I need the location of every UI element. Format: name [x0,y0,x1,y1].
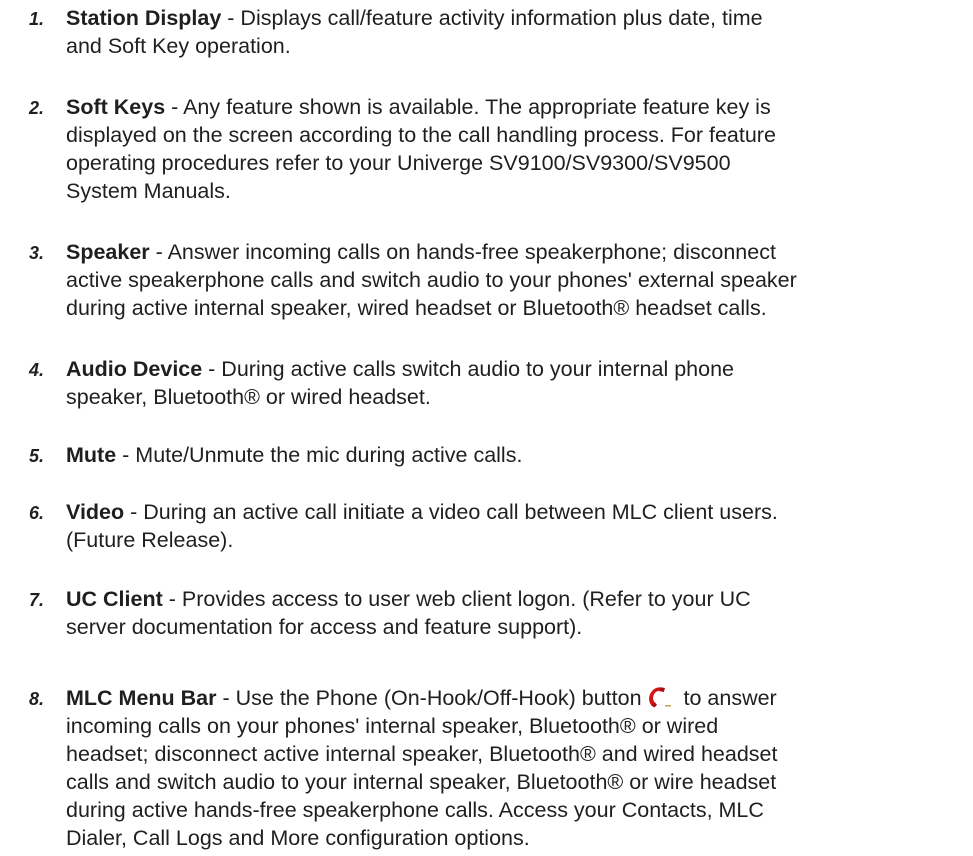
item-number: 2. [29,98,45,118]
item-number: 6. [29,503,45,523]
item-text: Soft Keys - Any feature shown is availab… [66,93,961,205]
item-line: - Displays call/feature activity informa… [221,6,763,30]
item-line: server documentation for access and feat… [66,615,583,639]
item-line: during active hands-free speakerphone ca… [66,798,764,822]
item-title: MLC Menu Bar [66,686,217,710]
item-title: Mute [66,443,117,467]
item-line: (Future Release). [66,528,234,552]
item-text: UC Client - Provides access to user web … [66,585,961,641]
item-line: - During active calls switch audio to yo… [202,357,735,381]
item-title: Audio Device [66,357,203,381]
item-number: 8. [29,689,45,709]
item-line: - During an active call initiate a video… [124,500,778,524]
item-line: incoming calls on your phones' internal … [66,714,719,738]
phone-handset-icon [646,686,672,708]
item-line: - Mute/Unmute the mic during active call… [116,443,523,467]
item-line: during active internal speaker, wired he… [66,296,767,320]
item-line: - Provides access to user web client log… [162,587,751,611]
item-line: displayed on the screen according to the… [66,123,776,147]
item-line: calls and switch audio to your internal … [66,770,777,794]
item-line: and Soft Key operation. [66,34,291,58]
item-text: Audio Device - During active calls switc… [66,355,961,411]
item-text: Station Display - Displays call/feature … [66,4,961,60]
item-line: to answer [677,686,777,710]
item-line: - Answer incoming calls on hands-free sp… [149,240,776,264]
item-text: Video - During an active call initiate a… [66,498,961,554]
item-title: Speaker [66,240,150,264]
item-line: operating procedures refer to your Unive… [66,151,731,175]
item-title: UC Client [66,587,163,611]
item-line: System Manuals. [66,179,231,203]
item-number: 1. [29,9,45,29]
item-text: MLC Menu Bar - Use the Phone (On-Hook/Of… [66,684,961,852]
item-title: Video [66,500,125,524]
item-text: Speaker - Answer incoming calls on hands… [66,238,961,322]
item-line: - Any feature shown is available. The ap… [165,95,771,119]
item-line: headset; disconnect active internal spea… [66,742,778,766]
item-line: - Use the Phone (On-Hook/Off-Hook) butto… [216,686,642,710]
item-number: 3. [29,243,45,263]
item-line: active speakerphone calls and switch aud… [66,268,797,292]
item-text: Mute - Mute/Unmute the mic during active… [66,441,961,469]
item-number: 4. [29,360,45,380]
item-title: Station Display [66,6,222,30]
item-line: Dialer, Call Logs and More configuration… [66,826,530,850]
item-line: speaker, Bluetooth® or wired headset. [66,385,431,409]
item-title: Soft Keys [66,95,166,119]
item-number: 5. [29,446,45,466]
item-number: 7. [29,590,45,610]
